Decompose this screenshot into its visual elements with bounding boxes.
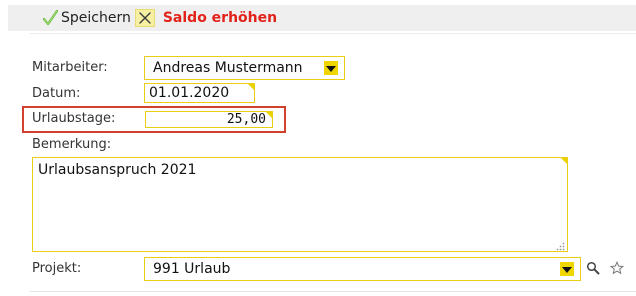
field-corner-marker bbox=[266, 112, 272, 118]
divider bbox=[30, 33, 636, 34]
remark-label: Bemerkung: bbox=[32, 137, 112, 152]
vacation-days-value: 25,00 bbox=[226, 112, 266, 127]
checkmark-icon bbox=[41, 9, 59, 27]
divider bbox=[30, 291, 636, 292]
remark-textarea[interactable]: Urlaubsanspruch 2021 bbox=[32, 157, 568, 252]
save-label: Speichern bbox=[61, 10, 131, 26]
resize-grip-icon[interactable] bbox=[556, 240, 565, 251]
project-label: Projekt: bbox=[32, 261, 82, 276]
increase-balance-label: Saldo erhöhen bbox=[162, 10, 278, 26]
employee-select[interactable]: Andreas Mustermann bbox=[144, 56, 345, 80]
employee-label: Mitarbeiter: bbox=[32, 60, 108, 75]
dropdown-arrow-icon[interactable] bbox=[560, 262, 574, 276]
field-corner-marker bbox=[561, 158, 567, 164]
project-select[interactable]: 991 Urlaub bbox=[144, 257, 581, 281]
save-button[interactable]: Speichern bbox=[41, 7, 131, 29]
star-icon[interactable] bbox=[609, 260, 625, 275]
remark-value: Urlaubsanspruch 2021 bbox=[38, 162, 197, 178]
employee-value: Andreas Mustermann bbox=[153, 60, 303, 76]
vacation-days-input[interactable]: 25,00 bbox=[145, 111, 273, 128]
date-value: 01.01.2020 bbox=[149, 85, 230, 101]
close-icon bbox=[134, 9, 155, 27]
date-field[interactable]: 01.01.2020 bbox=[144, 83, 255, 103]
dropdown-arrow-icon[interactable] bbox=[324, 61, 338, 75]
toolbar: Speichern Saldo erhöhen bbox=[8, 5, 636, 31]
date-label: Datum: bbox=[32, 86, 81, 101]
project-value: 991 Urlaub bbox=[153, 261, 231, 277]
field-corner-marker bbox=[248, 84, 254, 90]
vacation-days-label: Urlaubstage: bbox=[32, 111, 116, 126]
search-icon[interactable] bbox=[586, 261, 600, 275]
increase-balance-button[interactable]: Saldo erhöhen bbox=[134, 7, 281, 29]
